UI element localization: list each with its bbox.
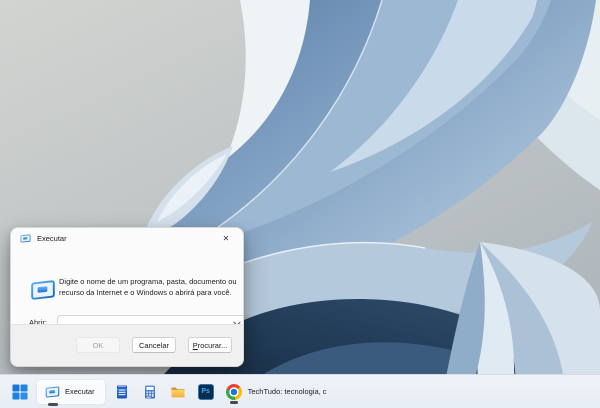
desktop: Executar ✕ Digite o nome de um programa,…	[0, 0, 600, 408]
run-dialog-titlebar[interactable]: Executar ✕	[11, 228, 243, 249]
photoshop-icon: Ps	[198, 384, 214, 400]
dialog-title: Executar	[37, 234, 209, 243]
run-dialog-message: Digite o nome de um programa, pasta, doc…	[59, 277, 244, 298]
run-dialog-footer: OK Cancelar Procurar...	[11, 324, 243, 366]
taskbar-file-explorer-button[interactable]	[170, 384, 186, 400]
file-explorer-folder-icon	[170, 384, 186, 400]
ok-button[interactable]: OK	[76, 337, 120, 353]
taskbar-run-label: Executar	[65, 387, 95, 396]
browse-button[interactable]: Procurar...	[188, 337, 232, 353]
taskbar-photoshop-button[interactable]: Ps	[198, 384, 214, 400]
taskbar-chrome-window-button[interactable]: TechTudo: tecnologia, c	[226, 384, 327, 400]
chrome-icon	[226, 384, 242, 400]
taskbar-calculator-button[interactable]	[142, 384, 158, 400]
run-window-icon-large	[30, 280, 56, 300]
running-indicator	[230, 401, 238, 404]
taskbar: Executar	[0, 374, 600, 408]
run-window-icon	[45, 386, 60, 398]
running-indicator	[48, 403, 58, 406]
taskbar-run-button[interactable]: Executar	[37, 380, 105, 404]
cancel-button[interactable]: Cancelar	[132, 337, 176, 353]
run-dialog: Executar ✕ Digite o nome de um programa,…	[10, 227, 244, 367]
run-window-icon	[20, 234, 31, 243]
calculator-icon	[142, 384, 158, 400]
chrome-window-title: TechTudo: tecnologia, c	[248, 387, 327, 396]
taskbar-notepad-button[interactable]	[114, 384, 130, 400]
start-icon	[12, 384, 28, 400]
close-icon[interactable]: ✕	[215, 231, 237, 246]
notepad-icon	[114, 384, 130, 400]
start-button[interactable]	[11, 383, 29, 401]
chrome-icon-wrap	[226, 384, 242, 400]
run-dialog-body: Digite o nome de um programa, pasta, doc…	[11, 249, 243, 331]
